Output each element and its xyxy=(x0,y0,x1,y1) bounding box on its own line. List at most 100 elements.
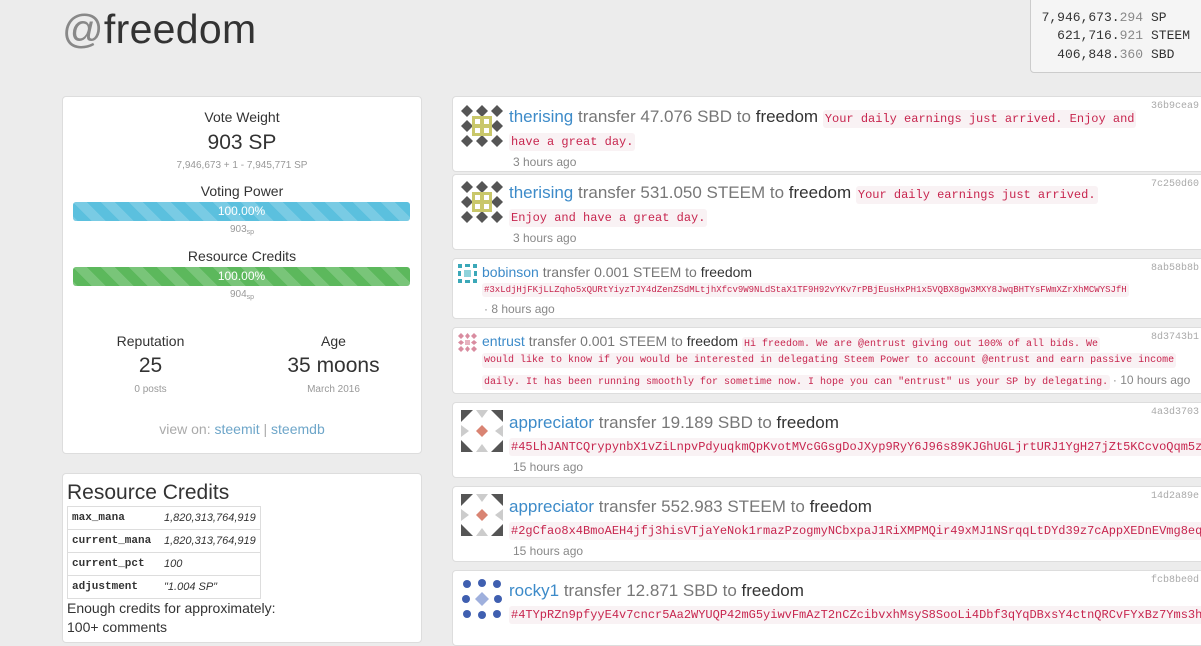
target-link[interactable]: freedom xyxy=(701,264,752,280)
op-type: transfer xyxy=(578,183,636,202)
target-link[interactable]: freedom xyxy=(810,497,872,516)
list-item: 8ab58b8b bobinson transfer 0.001 STEEM t… xyxy=(452,258,1201,319)
rc-value: 1,820,313,764,919 xyxy=(160,506,261,530)
resource-credits-note: Enough credits for approximately: 100+ c… xyxy=(67,599,276,637)
balance-sbd-unit: SBD xyxy=(1151,46,1175,62)
transfer-line: appreciator transfer 19.189 SBD to freed… xyxy=(509,413,839,433)
steemit-link[interactable]: steemit xyxy=(215,421,260,437)
timestamp: · 10 hours ago xyxy=(1112,373,1191,387)
memo-line2-row: have a great day. xyxy=(509,133,636,151)
memo: #2gCfao8x4BmoAEH4jfj3hisVTjaYeNok1rmazPz… xyxy=(509,522,1201,540)
reputation-label: Reputation xyxy=(116,333,185,349)
trx-id-link[interactable]: 36b9cea9 xyxy=(1151,101,1199,112)
to-word: to xyxy=(790,497,805,516)
amount: 0.001 STEEM xyxy=(594,264,682,280)
age-label: Age xyxy=(321,333,346,349)
rc-key: current_pct xyxy=(67,552,160,576)
reputation-block: Reputation 25 0 posts xyxy=(63,333,238,395)
timestamp: 15 hours ago xyxy=(513,544,584,558)
to-word: to xyxy=(685,264,697,280)
list-item: 8d3743b1 entrust transfer 0.001 STEEM to… xyxy=(452,327,1201,394)
user-link[interactable]: entrust xyxy=(482,333,525,349)
memo-line2: Enjoy and have a great day. xyxy=(509,209,708,227)
user-link[interactable]: appreciator xyxy=(509,413,594,432)
resource-credits-title: Resource Credits xyxy=(67,481,230,504)
list-item: 36b9cea9 therising transfer 47.076 SBD t… xyxy=(452,96,1201,172)
target-link[interactable]: freedom xyxy=(777,413,839,432)
balance-steem-dec: 921 xyxy=(1119,28,1143,44)
trx-id-link[interactable]: 7c250d60 xyxy=(1151,179,1199,190)
voting-power-label: Voting Power xyxy=(200,183,284,199)
balances-box: 7,946,673.294 SP 621,716.921 STEEM 406,8… xyxy=(1030,0,1201,73)
balance-sbd-dec: 360 xyxy=(1119,46,1143,62)
bobinson-identicon xyxy=(458,264,477,283)
op-type: transfer xyxy=(598,497,657,516)
view-on-label: view on: xyxy=(159,421,211,437)
target-link[interactable]: freedom xyxy=(742,581,804,600)
target-link[interactable]: freedom xyxy=(756,107,818,126)
timestamp: 15 hours ago xyxy=(513,460,584,474)
appreciator-identicon xyxy=(461,410,503,452)
user-link[interactable]: rocky1 xyxy=(509,581,559,600)
reputation-value: 25 xyxy=(138,354,163,377)
amount: 531.050 STEEM xyxy=(640,183,766,202)
transfer-line: rocky1 transfer 12.871 SBD to freedom xyxy=(509,581,804,601)
resource-credits-label: Resource Credits xyxy=(187,248,297,264)
list-item: 14d2a89e appreciator transfer 552.983 ST… xyxy=(452,486,1201,562)
memo: Your daily earnings just arrived. xyxy=(855,186,1098,204)
user-link[interactable]: bobinson xyxy=(482,264,539,280)
to-word: to xyxy=(671,333,683,349)
target-link[interactable]: freedom xyxy=(789,183,851,202)
rocky1-identicon xyxy=(462,579,502,619)
balance-sp-unit: SP xyxy=(1151,9,1167,25)
age-block: Age 35 moons March 2016 xyxy=(246,333,421,395)
op-type: transfer xyxy=(563,581,622,600)
timestamp: · 8 hours ago xyxy=(484,302,555,316)
memo-line3: daily. It has been running smoothly for … xyxy=(482,375,1111,390)
voting-power-sub: 903sp xyxy=(63,224,421,236)
account-stats-panel: Vote Weight 903 SP 7,946,673 + 1 - 7,945… xyxy=(62,96,422,454)
trx-id-link[interactable]: 4a3d3703 xyxy=(1151,407,1199,418)
transfer-line: therising transfer 47.076 SBD to freedom… xyxy=(509,107,1137,128)
trx-id-link[interactable]: fcb8be0d xyxy=(1151,575,1199,586)
table-row: current_mana 1,820,313,764,919 xyxy=(67,529,261,553)
to-word: to xyxy=(736,107,751,126)
vote-weight-label: Vote Weight xyxy=(204,109,280,125)
memo: #4TYpRZn9pfyyE4v7cncr5Aa2WYUQP42mG5yiwvF… xyxy=(509,606,1201,624)
table-row: current_pct 100 xyxy=(67,552,261,576)
memo: #3xLdjHjFKjLLZqho5xQURtYiyzTJY4dZenZSdML… xyxy=(482,283,1129,297)
therising-identicon xyxy=(461,105,503,147)
resource-credits-sub-unit: sp xyxy=(246,294,255,301)
trx-id-link[interactable]: 8ab58b8b xyxy=(1151,263,1199,274)
user-link[interactable]: therising xyxy=(509,183,573,202)
trx-id-link[interactable]: 14d2a89e xyxy=(1151,491,1199,502)
entrust-identicon xyxy=(458,333,477,352)
account-title: @freedom xyxy=(62,6,256,53)
account-at-symbol: @ xyxy=(62,6,104,52)
table-row: adjustment "1.004 SP" xyxy=(67,575,261,599)
age-value: 35 moons xyxy=(287,354,380,377)
to-word: to xyxy=(769,183,785,202)
balance-sbd-int: 406,848. xyxy=(1057,46,1120,62)
steemdb-link[interactable]: steemdb xyxy=(271,421,325,437)
user-link[interactable]: therising xyxy=(509,107,573,126)
target-link[interactable]: freedom xyxy=(687,333,738,349)
vote-weight-calc: 7,946,673 + 1 - 7,945,771 SP xyxy=(176,160,308,171)
balance-sbd: 406,848.360 SBD xyxy=(1031,45,1201,64)
user-link[interactable]: appreciator xyxy=(509,497,594,516)
amount: 19.189 SBD xyxy=(661,413,753,432)
therising-identicon xyxy=(461,181,503,223)
to-word: to xyxy=(757,413,772,432)
memo: #45LhJANTCQrypynbX1vZiLnpvPdyuqkmQpKvotM… xyxy=(509,438,1201,456)
transfer-line: entrust transfer 0.001 STEEM to freedom … xyxy=(482,333,1100,352)
balance-sp-dec: 294 xyxy=(1119,9,1143,25)
resource-credits-sub-value: 904 xyxy=(229,289,247,300)
rc-value: "1.004 SP" xyxy=(160,575,261,599)
amount: 0.001 STEEM xyxy=(580,333,668,349)
op-type: transfer xyxy=(542,264,591,280)
memo-line3-row: daily. It has been running smoothly for … xyxy=(482,373,1191,390)
trx-id-link[interactable]: 8d3743b1 xyxy=(1151,332,1199,343)
timestamp: 3 hours ago xyxy=(513,231,577,245)
view-on-links: view on: steemit | steemdb xyxy=(63,421,421,437)
appreciator-identicon xyxy=(461,494,503,536)
